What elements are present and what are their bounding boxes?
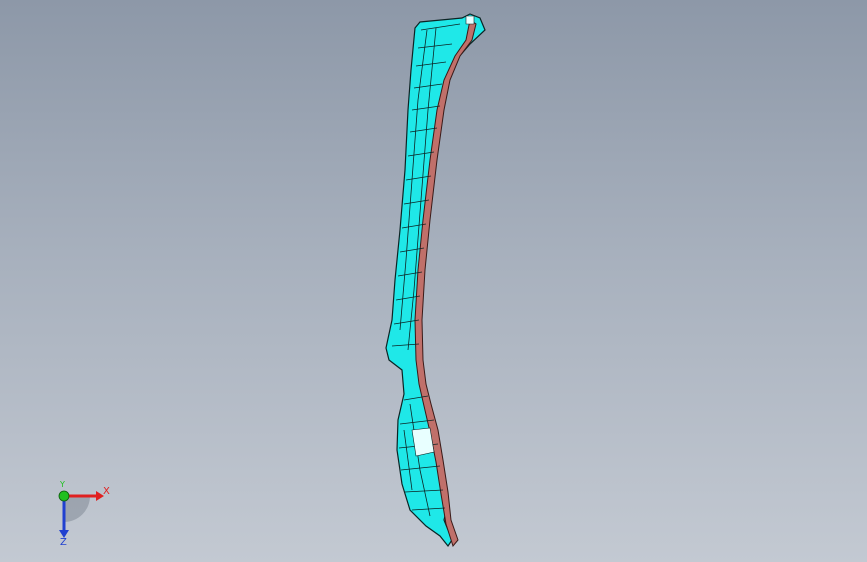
axis-triad: X Y Z xyxy=(40,478,120,548)
y-axis-dot xyxy=(58,490,70,502)
graphics-viewport[interactable]: X Y Z xyxy=(0,0,867,562)
y-axis-label: Y xyxy=(60,480,65,489)
triad-shadow xyxy=(64,496,90,522)
part-model[interactable] xyxy=(0,0,867,562)
z-axis-label: Z xyxy=(60,537,67,548)
x-axis-label: X xyxy=(103,486,110,497)
